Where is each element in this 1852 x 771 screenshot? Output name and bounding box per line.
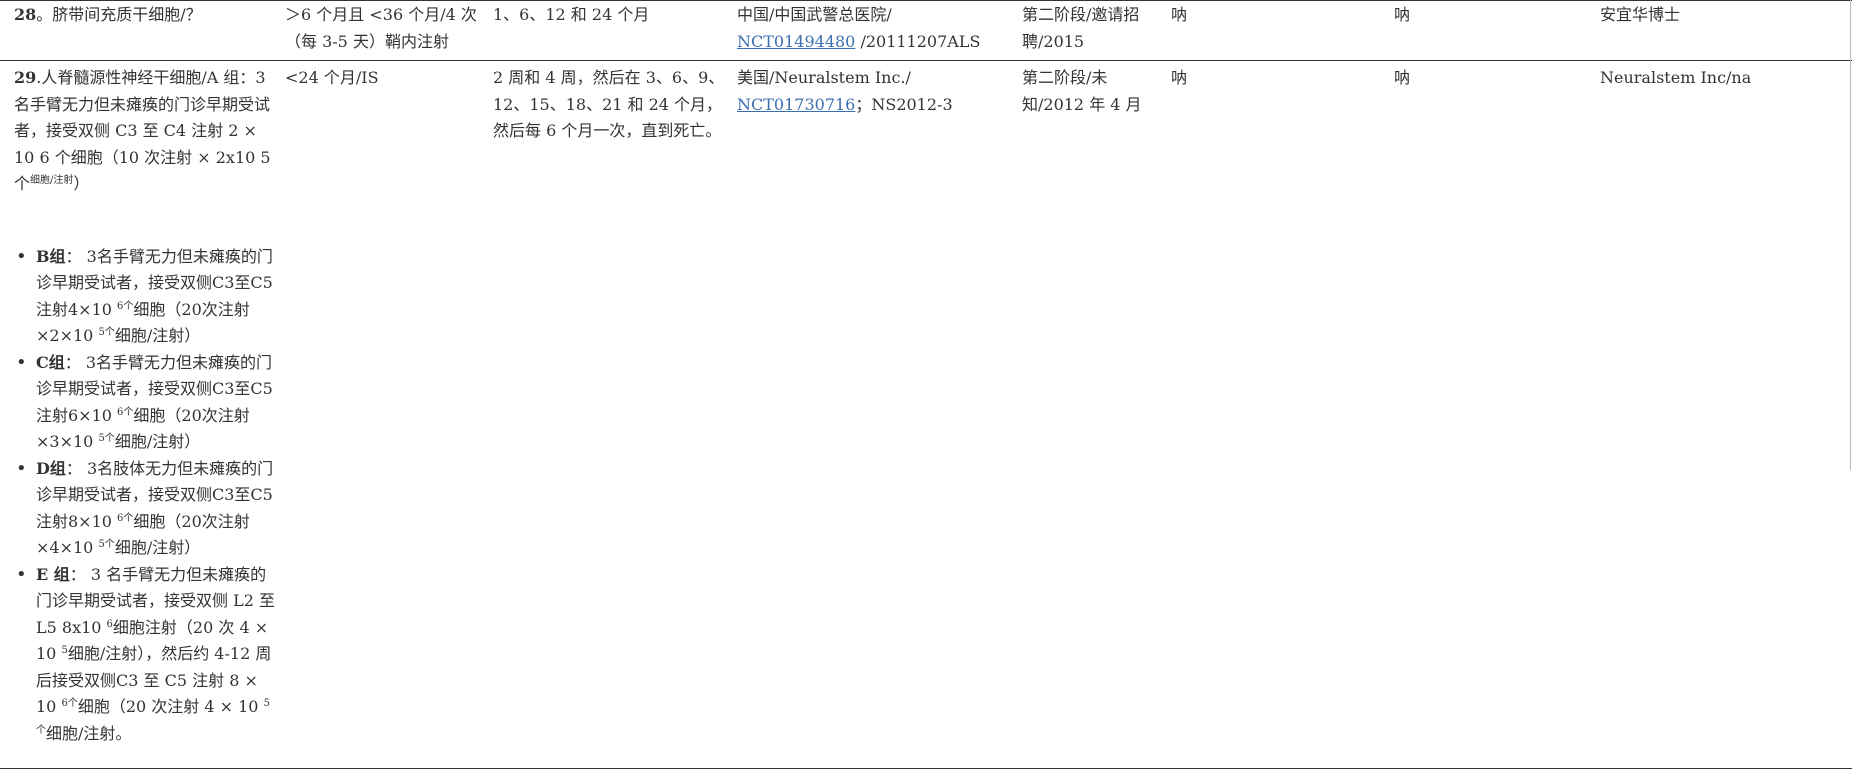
cell-followup: 1、6、12 和 24 个月 bbox=[493, 5, 650, 24]
treatment-text: 脐带间充质干细胞/？ bbox=[52, 5, 202, 24]
cell-timing: ＞6 个月且 <36 个月/4 次（每 3-5 天）鞘内注射 bbox=[285, 5, 477, 51]
row-number: 28 bbox=[14, 5, 37, 24]
table-row: 29.人脊髓源性神经干细胞/A 组：3 名手臂无力但未瘫痪的门诊早期受试者，接受… bbox=[0, 65, 1840, 765]
cell-treatment: 29.人脊髓源性神经干细胞/A 组：3 名手臂无力但未瘫痪的门诊早期受试者，接受… bbox=[14, 65, 276, 747]
group-a-intro: 29.人脊髓源性神经干细胞/A 组：3 名手臂无力但未瘫痪的门诊早期受试者，接受… bbox=[14, 68, 271, 193]
cell-sponsor: 安宜华博士 bbox=[1600, 5, 1681, 24]
cell-enrollment: 呐 bbox=[1171, 68, 1188, 87]
group-list: B组： 3名手臂无力但未瘫痪的门诊早期受试者，接受双侧C3至C5注射4×10 6… bbox=[14, 244, 276, 748]
group-name: D组 bbox=[36, 458, 66, 478]
cell-followup: 2 周和 4 周，然后在 3、6、9、12、15、18、21 和 24 个月，然… bbox=[493, 68, 725, 140]
cell-phase: 第二阶段/未知/2012 年 4 月 bbox=[1022, 68, 1142, 114]
cell-results: 呐 bbox=[1394, 68, 1411, 87]
cell-phase: 第二阶段/邀请招聘/2015 bbox=[1022, 5, 1140, 51]
trial-link[interactable]: NCT01494480 bbox=[737, 32, 855, 51]
cell-timing: <24 个月/IS bbox=[285, 68, 379, 87]
list-item: D组： 3名肢体无力但未瘫痪的门诊早期受试者，接受双侧C3至C5注射8×10 6… bbox=[14, 456, 276, 562]
group-name: B组 bbox=[36, 246, 66, 266]
row-divider-top bbox=[0, 0, 1852, 1]
row-divider bbox=[0, 60, 1852, 61]
right-border bbox=[1850, 0, 1851, 470]
group-name: C组 bbox=[36, 352, 65, 372]
table-row: 28。脐带间充质干细胞/？ ＞6 个月且 <36 个月/4 次（每 3-5 天）… bbox=[0, 2, 1840, 58]
cell-results: 呐 bbox=[1394, 5, 1411, 24]
cell-enrollment: 呐 bbox=[1171, 5, 1188, 24]
list-item: C组： 3名手臂无力但未瘫痪的门诊早期受试者，接受双侧C3至C5注射6×10 6… bbox=[14, 350, 276, 456]
trial-link[interactable]: NCT01730716 bbox=[737, 95, 855, 114]
cell-location-id: 中国/中国武警总医院/ NCT01494480 /20111207ALS bbox=[737, 5, 981, 51]
list-item: E 组： 3 名手臂无力但未瘫痪的门诊早期受试者，接受双侧 L2 至 L5 8x… bbox=[14, 562, 276, 748]
cell-location-id: 美国/Neuralstem Inc./ NCT01730716；NS2012-3 bbox=[737, 68, 953, 114]
list-item: B组： 3名手臂无力但未瘫痪的门诊早期受试者，接受双侧C3至C5注射4×10 6… bbox=[14, 244, 276, 350]
group-name: E 组 bbox=[36, 564, 70, 584]
cell-sponsor: Neuralstem Inc/na bbox=[1600, 68, 1752, 87]
row-number: 29 bbox=[14, 68, 37, 87]
row-divider-bottom bbox=[0, 768, 1852, 769]
cell-treatment: 28。脐带间充质干细胞/？ bbox=[14, 5, 202, 24]
